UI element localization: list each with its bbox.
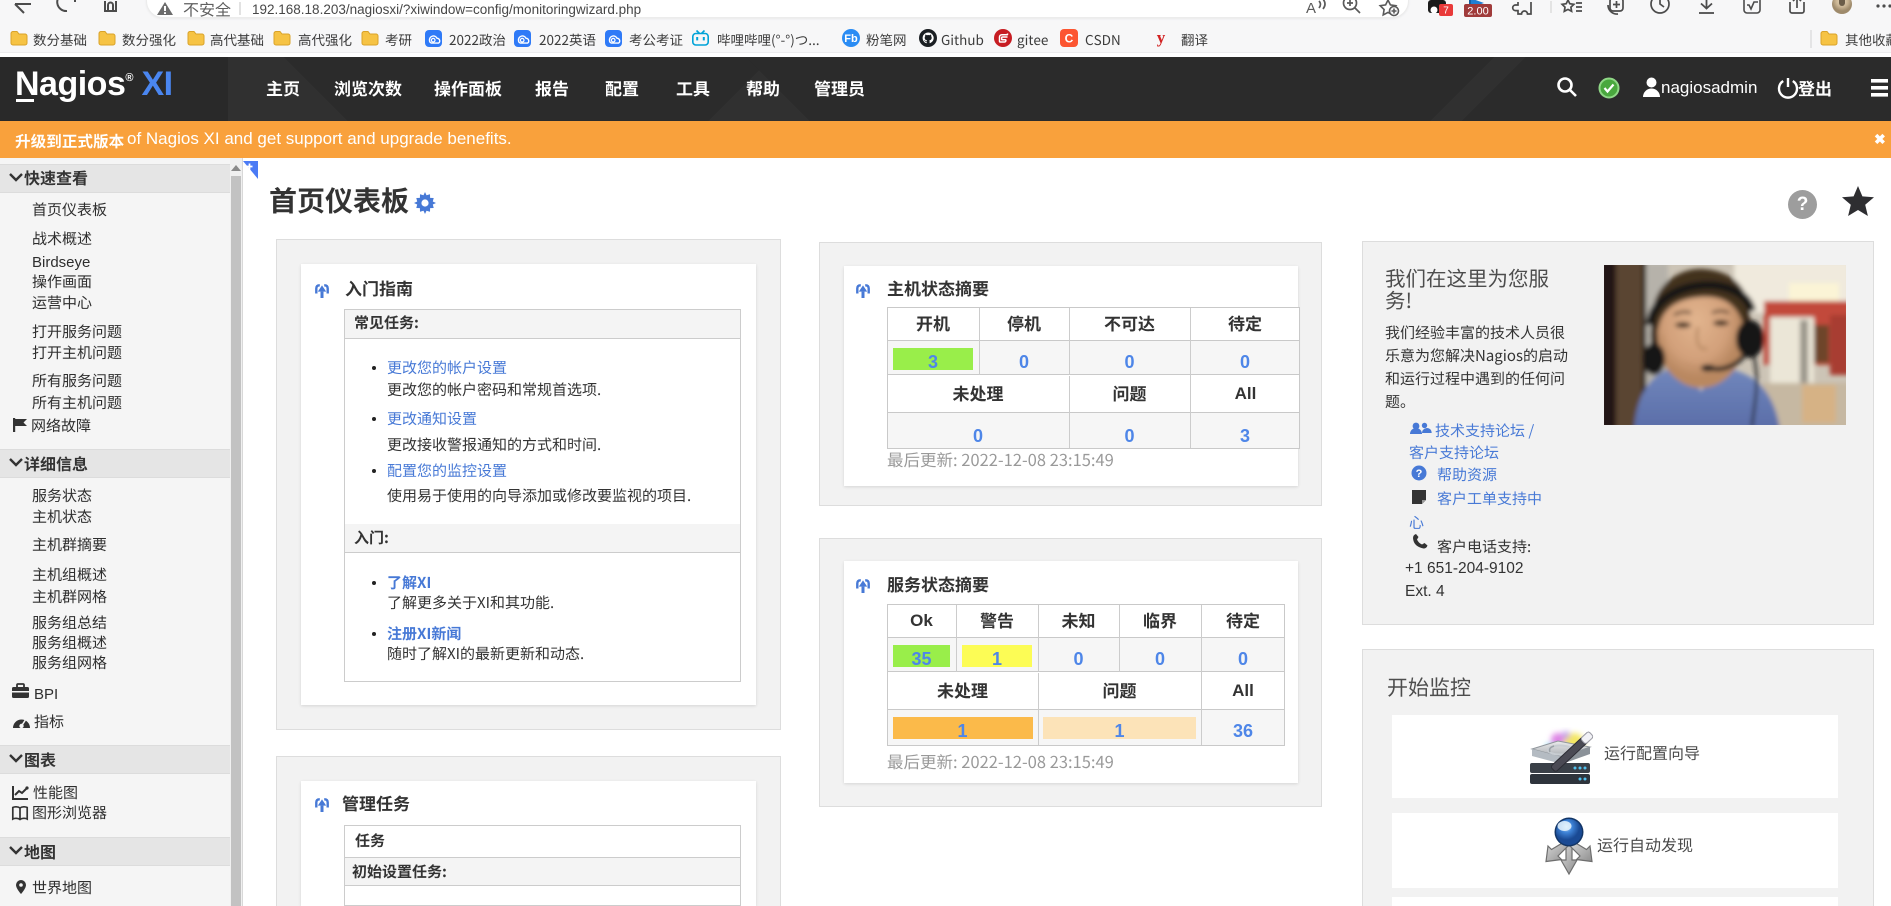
svg-text:7: 7 [1443, 6, 1449, 17]
svg-text:y: y [1157, 28, 1166, 47]
svg-text:C: C [1065, 32, 1074, 46]
svg-text:A: A [1306, 0, 1316, 17]
svg-text:?: ? [1416, 468, 1423, 480]
svg-text:2.00: 2.00 [1467, 6, 1488, 18]
svg-text:Fb: Fb [844, 33, 858, 45]
